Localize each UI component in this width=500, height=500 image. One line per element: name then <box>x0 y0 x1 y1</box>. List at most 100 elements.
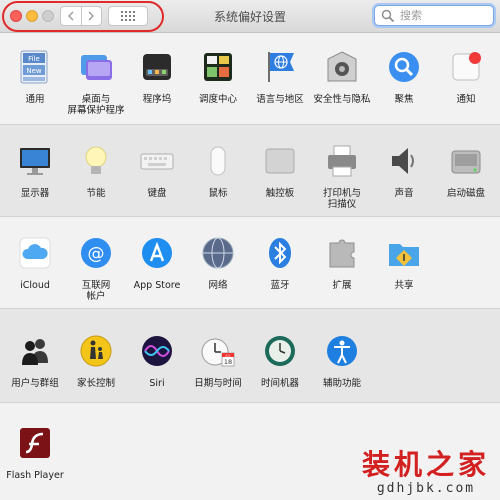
flash-player-icon <box>20 428 50 458</box>
date-time-icon: JUL 18 <box>201 338 235 367</box>
svg-text:JUL: JUL <box>225 353 231 357</box>
pref-date-time[interactable]: JUL 18 日期与时间 <box>187 333 249 389</box>
internet-accounts-icon: @ <box>81 238 111 268</box>
pref-flash-player[interactable]: Flash Player <box>4 425 66 481</box>
svg-text:File: File <box>28 55 40 63</box>
search-input[interactable] <box>398 8 482 23</box>
pref-label: Flash Player <box>6 470 64 481</box>
search-field[interactable] <box>374 5 494 26</box>
pref-label: 触控板 <box>265 188 295 199</box>
pref-network[interactable]: 网络 <box>187 235 249 291</box>
pref-siri[interactable]: Siri <box>126 333 188 389</box>
pref-label: 通用 <box>25 94 45 105</box>
pref-spotlight[interactable]: 聚焦 <box>373 49 435 105</box>
watermark-brand: 装机之家 <box>361 448 490 481</box>
section-other: Flash Player 装机之家 gdhjbk.com <box>0 403 500 500</box>
pref-label: 语言与地区 <box>256 94 304 105</box>
trackpad-icon <box>265 148 295 174</box>
svg-text:18: 18 <box>224 358 232 366</box>
notifications-icon <box>452 52 481 81</box>
pref-internet-accounts[interactable]: @ 互联网 帐户 <box>65 235 127 302</box>
network-icon <box>202 237 234 269</box>
pref-parental-controls[interactable]: 家长控制 <box>65 333 127 389</box>
pref-sound[interactable]: 声音 <box>373 143 435 199</box>
pref-extensions[interactable]: 扩展 <box>311 235 373 291</box>
pref-label: Siri <box>149 378 165 389</box>
accessibility-icon <box>327 336 357 366</box>
pref-label: 时间机器 <box>260 378 299 389</box>
energy-saver-icon <box>85 146 107 174</box>
svg-text:@: @ <box>88 244 105 264</box>
pref-label: 程序坞 <box>142 94 172 105</box>
general-icon: File New <box>20 50 48 84</box>
pref-time-machine[interactable]: 时间机器 <box>249 333 311 389</box>
pref-label: 节能 <box>86 188 106 199</box>
sound-icon <box>392 148 414 174</box>
extensions-icon <box>329 239 355 268</box>
dock-icon <box>143 54 171 80</box>
pref-language-region[interactable]: 语言与地区 <box>249 49 311 105</box>
pref-label: 共享 <box>394 280 414 291</box>
desktop-screensaver-icon <box>81 55 112 80</box>
pref-app-store[interactable]: App Store <box>126 235 188 291</box>
pref-label: 通知 <box>456 94 476 105</box>
pref-label: 网络 <box>208 280 228 291</box>
pref-printers-scanners[interactable]: 打印机与 扫描仪 <box>311 143 373 210</box>
language-region-icon <box>268 52 294 82</box>
spotlight-icon <box>389 52 419 82</box>
parental-controls-icon <box>80 335 112 367</box>
keyboard-icon <box>140 153 174 170</box>
pref-label: App Store <box>133 280 181 291</box>
pref-startup-disk[interactable]: 启动磁盘 <box>435 143 497 199</box>
pref-mouse[interactable]: 鼠标 <box>187 143 249 199</box>
pref-label: 互联网 帐户 <box>81 280 111 302</box>
title-bar: 系统偏好设置 <box>0 0 500 33</box>
pref-label: 显示器 <box>20 188 50 199</box>
section-personal: File New 通用 桌面与 屏幕保护程序 程序坞 调度中心 语言与地区 安全… <box>0 33 500 125</box>
section-hardware: 显示器 节能 键盘 鼠标 触控板 打印机与 扫描仪 声音 启动磁盘 <box>0 125 500 217</box>
sharing-icon <box>389 244 419 266</box>
startup-disk-icon <box>451 150 481 174</box>
time-machine-icon <box>265 336 295 366</box>
pref-desktop-screensaver[interactable]: 桌面与 屏幕保护程序 <box>65 49 127 116</box>
pref-label: 打印机与 扫描仪 <box>322 188 361 210</box>
printers-scanners-icon <box>328 145 356 177</box>
pref-icloud[interactable]: iCloud <box>4 235 66 291</box>
pref-keyboard[interactable]: 键盘 <box>126 143 188 199</box>
pref-accessibility[interactable]: 辅助功能 <box>311 333 373 389</box>
pref-label: 扩展 <box>332 280 352 291</box>
pref-general[interactable]: File New 通用 <box>4 49 66 105</box>
pref-displays[interactable]: 显示器 <box>4 143 66 199</box>
pref-label: 用户与群组 <box>11 378 59 389</box>
pref-label: iCloud <box>20 280 50 291</box>
bluetooth-icon <box>269 238 291 268</box>
pref-trackpad[interactable]: 触控板 <box>249 143 311 199</box>
pref-mission-control[interactable]: 调度中心 <box>187 49 249 105</box>
svg-text:New: New <box>26 67 42 75</box>
pref-label: 聚焦 <box>394 94 414 105</box>
siri-icon <box>142 336 172 366</box>
pref-label: 辅助功能 <box>322 378 361 389</box>
pref-label: 键盘 <box>147 188 167 199</box>
pref-label: 家长控制 <box>76 378 115 389</box>
pref-sharing[interactable]: 共享 <box>373 235 435 291</box>
pref-energy-saver[interactable]: 节能 <box>65 143 127 199</box>
watermark: 装机之家 gdhjbk.com <box>361 448 490 497</box>
displays-icon <box>20 148 50 175</box>
pref-label: 调度中心 <box>198 94 237 105</box>
pref-bluetooth[interactable]: 蓝牙 <box>249 235 311 291</box>
pref-label: 蓝牙 <box>270 280 290 291</box>
pref-users-groups[interactable]: 用户与群组 <box>4 333 66 389</box>
search-icon <box>381 9 395 22</box>
section-internet-wireless: iCloud @ 互联网 帐户 App Store 网络 蓝牙 扩展 共享 <box>0 217 500 309</box>
pref-notifications[interactable]: 通知 <box>435 49 497 105</box>
pref-label: 安全性与隐私 <box>313 94 371 105</box>
pref-label: 启动磁盘 <box>446 188 485 199</box>
pref-label: 鼠标 <box>208 188 228 199</box>
mouse-icon <box>210 146 226 176</box>
pref-security-privacy[interactable]: 安全性与隐私 <box>311 49 373 105</box>
users-groups-icon <box>22 339 48 365</box>
watermark-url: gdhjbk.com <box>376 481 476 496</box>
security-privacy-icon <box>327 51 357 82</box>
pref-dock[interactable]: 程序坞 <box>126 49 188 105</box>
